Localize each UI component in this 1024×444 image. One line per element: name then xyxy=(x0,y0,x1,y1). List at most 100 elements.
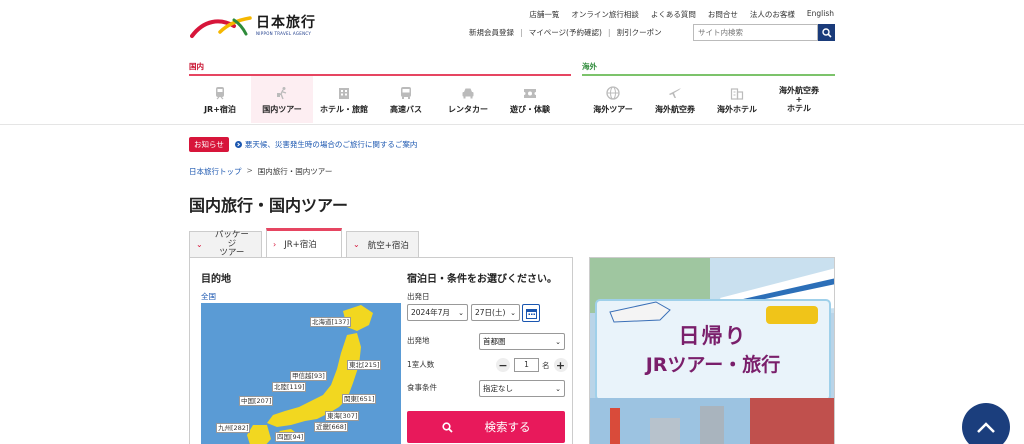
region-tokai[interactable]: 東海[307] xyxy=(325,411,360,421)
logo-text-jp: 日本旅行 xyxy=(256,15,316,31)
utility-nav: 店舗一覧 オンライン旅行相談 よくある質問 お問合せ 法人のお客様 Englis… xyxy=(529,9,834,20)
all-japan-link[interactable]: 全国 xyxy=(201,291,216,302)
departure-place-label: 出発地 xyxy=(407,336,430,345)
region-chugoku[interactable]: 中国[207] xyxy=(239,396,274,406)
notice-badge: お知らせ xyxy=(189,137,229,152)
departure-place-select[interactable]: 首都圏 ⌄ xyxy=(479,333,565,350)
nav-overseas-flight-hotel[interactable]: 海外航空券 + ホテル xyxy=(768,76,830,123)
tab-jr-hotel[interactable]: › JR+宿泊 xyxy=(266,228,342,257)
chevron-right-icon: › xyxy=(273,239,277,249)
nav-overseas-hotel[interactable]: 海外ホテル xyxy=(706,76,768,123)
nav-activities[interactable]: 遊び・体験 xyxy=(499,76,561,123)
page-title: 国内旅行・国内ツアー xyxy=(189,196,349,215)
nav-jr-hotel[interactable]: JR+宿泊 xyxy=(189,76,251,123)
tab-label: パッケージ ツアー xyxy=(214,230,249,258)
region-kanto[interactable]: 関東[651] xyxy=(342,394,377,404)
banner-headline: 日帰り xyxy=(678,324,748,348)
banner-subheadline: JRツアー・旅行 xyxy=(645,354,781,376)
search-submit-button[interactable]: 検索する xyxy=(407,411,565,443)
nav-label: 高速バス xyxy=(390,104,422,114)
day-select[interactable]: 27日(土) ⌄ xyxy=(471,304,520,321)
scroll-to-top-button[interactable] xyxy=(962,403,1010,444)
month-select[interactable]: 2024年7月 ⌄ xyxy=(407,304,468,321)
nav-label: ホテル・旅館 xyxy=(320,104,368,114)
train-icon xyxy=(216,86,224,99)
region-hokuriku[interactable]: 北陸[119] xyxy=(272,382,307,392)
logo-mark-icon xyxy=(190,16,252,38)
people-input[interactable]: 1 xyxy=(514,358,539,372)
link-coupon[interactable]: 割引クーポン xyxy=(617,27,662,38)
tab-label: 航空+宿泊 xyxy=(367,240,409,251)
globe-icon xyxy=(606,85,620,100)
section-label-domestic: 国内 xyxy=(189,62,204,71)
bus-icon xyxy=(401,86,411,99)
chevron-down-icon: ⌄ xyxy=(353,240,360,249)
util-link-stores[interactable]: 店舗一覧 xyxy=(529,9,559,20)
people-label: 1室人数 xyxy=(407,360,435,369)
breadcrumb-home[interactable]: 日本旅行トップ xyxy=(189,166,242,177)
day-select-value: 27日(土) xyxy=(475,308,506,317)
divider: | xyxy=(520,28,523,37)
chevron-up-icon xyxy=(977,422,995,433)
search-tabs: ⌄ パッケージ ツアー › JR+宿泊 ⌄ 航空+宿泊 xyxy=(189,228,423,258)
site-search-input[interactable] xyxy=(693,24,818,41)
nav-overseas-tour[interactable]: 海外ツアー xyxy=(582,76,644,123)
meal-select[interactable]: 指定なし ⌄ xyxy=(479,380,565,397)
link-register[interactable]: 新規会員登録 xyxy=(469,27,514,38)
car-icon xyxy=(462,88,474,98)
increment-button[interactable]: + xyxy=(553,358,568,372)
meal-select-value: 指定なし xyxy=(483,384,513,393)
util-link-contact[interactable]: お問合せ xyxy=(708,9,738,20)
notice-link[interactable]: 悪天候、災害発生時の場合のご旅行に関するご案内 xyxy=(245,139,418,150)
util-link-corporate[interactable]: 法人のお客様 xyxy=(750,9,795,20)
region-tohoku[interactable]: 東北[215] xyxy=(347,360,382,370)
domestic-nav: JR+宿泊 国内ツアー ホテル・旅館 高速バス レンタカー 遊び・体験 xyxy=(189,76,561,123)
nav-domestic-tour[interactable]: 国内ツアー xyxy=(251,76,313,123)
ticket-icon xyxy=(524,88,536,98)
region-shikoku[interactable]: 四国[94] xyxy=(275,432,306,442)
decrement-button[interactable]: − xyxy=(496,358,510,372)
chevron-right-icon xyxy=(234,141,242,148)
region-kinki[interactable]: 近畿[668] xyxy=(314,422,349,432)
chevron-down-icon: ⌄ xyxy=(555,384,561,393)
calendar-button[interactable] xyxy=(522,304,540,322)
breadcrumb-separator: > xyxy=(246,166,253,175)
region-hokkaido[interactable]: 北海道[137] xyxy=(310,317,351,327)
region-kyushu[interactable]: 九州[282] xyxy=(216,423,251,433)
calendar-icon xyxy=(525,308,537,319)
people-stepper: − 1 名 + xyxy=(496,358,568,372)
tab-air-hotel[interactable]: ⌄ 航空+宿泊 xyxy=(346,231,419,257)
nav-hotel[interactable]: ホテル・旅館 xyxy=(313,76,375,123)
promo-banner[interactable]: 日帰り JRツアー・旅行 xyxy=(589,257,835,444)
chevron-down-icon: ⌄ xyxy=(458,308,464,317)
departure-date-label: 出発日 xyxy=(407,292,430,301)
tab-package-tour[interactable]: ⌄ パッケージ ツアー xyxy=(189,230,262,258)
site-search-button[interactable] xyxy=(818,24,835,41)
breadcrumb: 日本旅行トップ > 国内旅行・国内ツアー xyxy=(189,166,332,177)
tab-label: JR+宿泊 xyxy=(284,240,317,250)
util-link-english[interactable]: English xyxy=(807,9,834,20)
region-koshinetsu[interactable]: 甲信越[93] xyxy=(290,371,327,381)
link-mypage[interactable]: マイページ(予約確認) xyxy=(529,27,602,38)
japan-map: 北海道[137] 東北[215] 甲信越[93] 北陸[119] 関東[651]… xyxy=(201,303,401,444)
tour-icon xyxy=(277,86,287,99)
overseas-nav: 海外ツアー 海外航空券 海外ホテル 海外航空券 + ホテル xyxy=(582,76,830,123)
chevron-down-icon: ⌄ xyxy=(510,308,516,317)
search-panel: 目的地 全国 北海道[137] 東北[215] 甲信越[93] 北陸[119] … xyxy=(189,257,573,444)
logo-text-en: NIPPON TRAVEL AGENCY xyxy=(256,31,312,36)
site-logo[interactable]: 日本旅行 NIPPON TRAVEL AGENCY xyxy=(190,12,316,40)
meal-label: 食事条件 xyxy=(407,383,437,392)
building-icon xyxy=(730,87,744,100)
nav-overseas-flight[interactable]: 海外航空券 xyxy=(644,76,706,123)
search-submit-label: 検索する xyxy=(484,420,531,434)
nav-highway-bus[interactable]: 高速バス xyxy=(375,76,437,123)
nav-rental-car[interactable]: レンタカー xyxy=(437,76,499,123)
chevron-down-icon: ⌄ xyxy=(555,337,561,346)
hotel-icon xyxy=(339,87,349,99)
notice-bar: お知らせ 悪天候、災害発生時の場合のご旅行に関するご案内 xyxy=(189,137,417,152)
chevron-down-icon: ⌄ xyxy=(196,240,203,249)
nav-label: JR+宿泊 xyxy=(204,104,236,114)
search-icon xyxy=(821,27,832,38)
util-link-online-consult[interactable]: オンライン旅行相談 xyxy=(571,9,639,20)
util-link-faq[interactable]: よくある質問 xyxy=(651,9,696,20)
